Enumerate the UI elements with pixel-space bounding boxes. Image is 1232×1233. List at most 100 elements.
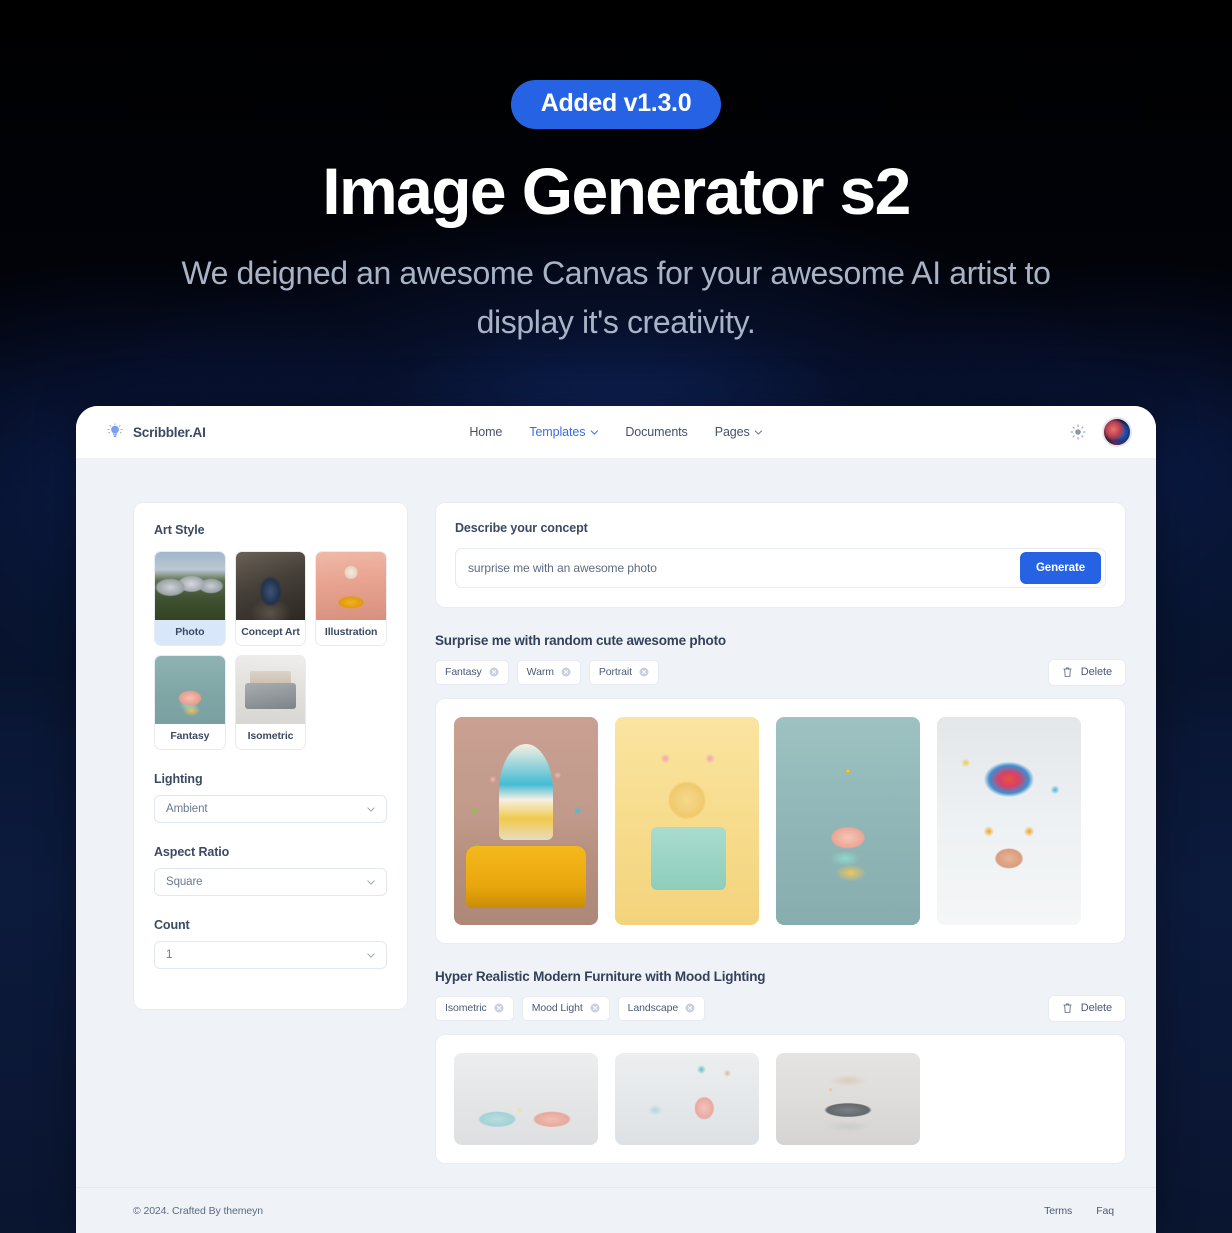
brand-logo[interactable]: Scribbler.AI — [106, 423, 206, 441]
art-style-option-concept-art[interactable]: Concept Art — [234, 551, 307, 646]
art-style-thumbnail-illustration — [316, 552, 386, 620]
generate-button[interactable]: Generate — [1019, 552, 1101, 584]
generated-image[interactable] — [937, 717, 1081, 925]
aspect-ratio-value: Square — [166, 876, 203, 888]
art-style-label-isometric: Isometric — [247, 730, 294, 742]
footer-link-terms[interactable]: Terms — [1044, 1205, 1072, 1217]
prompt-input[interactable] — [456, 561, 1020, 575]
version-badge: Added v1.3.0 — [510, 80, 722, 129]
result-title-2: Hyper Realistic Modern Furniture with Mo… — [435, 969, 766, 984]
nav-item-home[interactable]: Home — [469, 425, 502, 439]
generated-image[interactable] — [776, 717, 920, 925]
brand-name: Scribbler.AI — [133, 424, 206, 440]
tag-label: Isometric — [445, 1002, 487, 1014]
nav-item-pages[interactable]: Pages — [715, 425, 763, 439]
concept-label: Describe your concept — [455, 521, 588, 535]
generated-image[interactable] — [454, 1053, 598, 1145]
art-style-grid: Photo Concept Art Illustration Fantasy I… — [154, 551, 387, 750]
art-style-thumbnail-isometric — [235, 656, 306, 724]
delete-button-2[interactable]: Delete — [1047, 995, 1126, 1022]
close-icon[interactable] — [489, 667, 499, 677]
count-value: 1 — [166, 949, 173, 961]
art-style-thumbnail-concept-art — [235, 552, 306, 620]
art-style-option-fantasy[interactable]: Fantasy — [154, 655, 226, 750]
close-icon[interactable] — [590, 1003, 600, 1013]
trash-icon — [1062, 1002, 1073, 1014]
tag-chip[interactable]: Fantasy — [435, 660, 509, 685]
hero-section: Added v1.3.0 Image Generator s2 We deign… — [0, 0, 1232, 347]
art-style-option-photo[interactable]: Photo — [154, 551, 226, 646]
chevron-down-icon — [754, 429, 763, 435]
footer-links: Terms Faq — [1044, 1205, 1114, 1217]
nav-label-pages: Pages — [714, 425, 750, 439]
count-select[interactable]: 1 — [154, 941, 387, 969]
art-style-label-photo: Photo — [155, 620, 225, 645]
art-style-label-illustration: Illustration — [324, 626, 378, 638]
chevron-down-icon — [367, 952, 375, 958]
art-style-thumbnail-photo — [155, 552, 225, 620]
concept-card: Describe your concept Generate — [435, 502, 1126, 608]
lighting-label: Lighting — [154, 772, 203, 786]
gallery-2 — [435, 1034, 1126, 1164]
result-section-2: Hyper Realistic Modern Furniture with Mo… — [435, 969, 1126, 1164]
result-section-1: Surprise me with random cute awesome pho… — [435, 633, 1126, 944]
nav-item-documents[interactable]: Documents — [625, 425, 687, 439]
close-icon[interactable] — [561, 667, 571, 677]
delete-label: Delete — [1080, 666, 1112, 678]
top-navigation-bar: Scribbler.AI Home Templates Documents Pa… — [76, 406, 1156, 458]
avatar[interactable] — [1102, 417, 1132, 447]
chevron-down-icon — [590, 429, 599, 435]
copyright-text: © 2024. Crafted By themeyn — [133, 1204, 264, 1217]
gallery-1 — [435, 698, 1126, 944]
sun-icon[interactable] — [1070, 424, 1086, 440]
generated-image[interactable] — [615, 717, 759, 925]
generated-image[interactable] — [776, 1053, 920, 1145]
close-icon[interactable] — [685, 1003, 695, 1013]
app-window: Scribbler.AI Home Templates Documents Pa… — [76, 406, 1156, 1233]
app-content: Art Style Photo Concept Art Illustration… — [76, 458, 1156, 1164]
nav-label-home: Home — [469, 425, 503, 439]
close-icon[interactable] — [639, 667, 649, 677]
art-style-thumbnail-fantasy — [155, 656, 225, 724]
close-icon[interactable] — [494, 1003, 504, 1013]
count-field: Count 1 — [154, 918, 387, 969]
chevron-down-icon — [367, 879, 375, 885]
footer-link-faq[interactable]: Faq — [1096, 1205, 1114, 1217]
main-menu: Home Templates Documents Pages — [469, 425, 763, 439]
tag-label: Warm — [526, 666, 554, 678]
chevron-down-icon — [367, 806, 375, 812]
tag-label: Fantasy — [445, 666, 482, 678]
generated-image[interactable] — [615, 1053, 759, 1145]
app-footer: © 2024. Crafted By themeyn Terms Faq — [76, 1187, 1156, 1233]
result-title-1: Surprise me with random cute awesome pho… — [435, 633, 726, 648]
generated-image[interactable] — [454, 717, 598, 925]
delete-label: Delete — [1080, 1002, 1112, 1014]
nav-label-templates: Templates — [529, 425, 586, 439]
nav-item-templates[interactable]: Templates — [529, 425, 599, 439]
aspect-ratio-field: Aspect Ratio Square — [154, 845, 387, 896]
tag-chip[interactable]: Portrait — [588, 660, 659, 685]
nav-actions — [1070, 417, 1132, 447]
count-label: Count — [154, 918, 190, 932]
art-style-label-concept-art: Concept Art — [241, 626, 300, 638]
tag-label: Landscape — [627, 1002, 679, 1014]
lighting-value: Ambient — [166, 803, 208, 815]
tag-row-1: Fantasy Warm Portrait Delete — [435, 659, 1126, 686]
lighting-select[interactable]: Ambient — [154, 795, 387, 823]
tag-chip[interactable]: Mood Light — [521, 996, 610, 1021]
art-style-option-illustration[interactable]: Illustration — [315, 551, 387, 646]
settings-panel: Art Style Photo Concept Art Illustration… — [133, 502, 408, 1010]
tag-chip[interactable]: Warm — [516, 660, 581, 685]
tag-label: Portrait — [598, 666, 632, 678]
tag-row-2: Isometric Mood Light Landscape Delete — [435, 995, 1126, 1022]
tag-chip[interactable]: Isometric — [435, 996, 514, 1021]
art-style-label: Art Style — [154, 523, 205, 537]
lighting-field: Lighting Ambient — [154, 772, 387, 823]
delete-button-1[interactable]: Delete — [1047, 659, 1126, 686]
results-column: Describe your concept Generate Surprise … — [435, 502, 1126, 1164]
aspect-ratio-select[interactable]: Square — [154, 868, 387, 896]
page-title: Image Generator s2 — [322, 154, 911, 228]
art-style-option-isometric[interactable]: Isometric — [234, 655, 307, 750]
tag-chip[interactable]: Landscape — [617, 996, 706, 1021]
aspect-ratio-label: Aspect Ratio — [154, 845, 230, 859]
